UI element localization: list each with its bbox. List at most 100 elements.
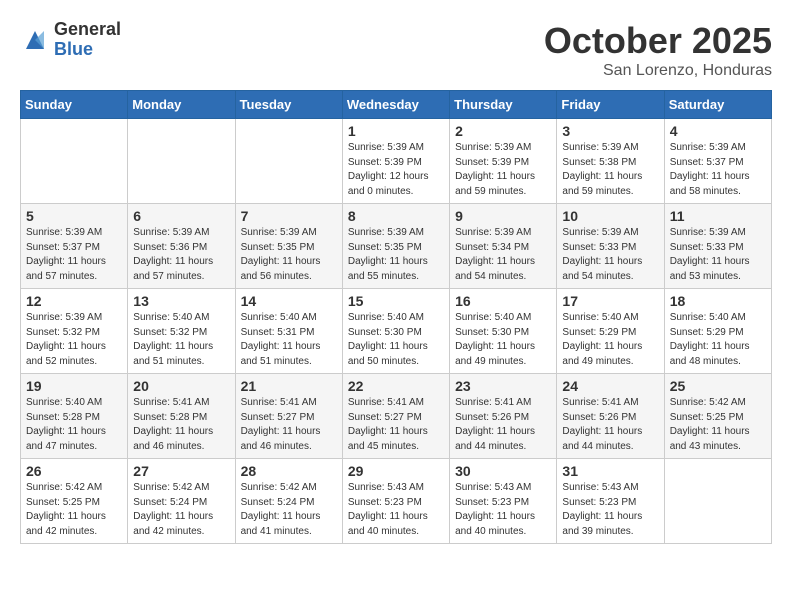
day-number: 13: [133, 293, 229, 309]
day-number: 2: [455, 123, 551, 139]
calendar-day-cell: 21 Sunrise: 5:41 AMSunset: 5:27 PMDayligh…: [235, 374, 342, 459]
day-number: 11: [670, 208, 766, 224]
calendar-day-cell: [21, 119, 128, 204]
day-number: 3: [562, 123, 658, 139]
calendar-day-cell: 4 Sunrise: 5:39 AMSunset: 5:37 PMDaylight…: [664, 119, 771, 204]
day-of-week-header: Saturday: [664, 91, 771, 119]
day-info: Sunrise: 5:41 AMSunset: 5:27 PMDaylight:…: [241, 396, 337, 454]
day-number: 28: [241, 463, 337, 479]
day-info: Sunrise: 5:40 AMSunset: 5:29 PMDaylight:…: [670, 311, 766, 369]
day-of-week-header: Friday: [557, 91, 664, 119]
day-info: Sunrise: 5:40 AMSunset: 5:29 PMDaylight:…: [562, 311, 658, 369]
calendar-day-cell: 24Sunrise: 5:41 AMSunset: 5:26 PMDayligh…: [557, 374, 664, 459]
day-of-week-header: Tuesday: [235, 91, 342, 119]
calendar-day-cell: 7 Sunrise: 5:39 AMSunset: 5:35 PMDaylight…: [235, 204, 342, 289]
calendar-day-cell: 3 Sunrise: 5:39 AMSunset: 5:38 PMDaylight…: [557, 119, 664, 204]
day-number: 27: [133, 463, 229, 479]
day-info: Sunrise: 5:40 AMSunset: 5:31 PMDaylight:…: [241, 311, 337, 369]
day-number: 4: [670, 123, 766, 139]
calendar-day-cell: 23 Sunrise: 5:41 AMSunset: 5:26 PMDayligh…: [450, 374, 557, 459]
calendar-day-cell: 6Sunrise: 5:39 AMSunset: 5:36 PMDaylight…: [128, 204, 235, 289]
day-info: Sunrise: 5:43 AMSunset: 5:23 PMDaylight:…: [348, 481, 444, 539]
day-info: Sunrise: 5:39 AMSunset: 5:37 PMDaylight:…: [26, 226, 122, 284]
day-number: 26: [26, 463, 122, 479]
calendar-day-cell: 5 Sunrise: 5:39 AMSunset: 5:37 PMDaylight…: [21, 204, 128, 289]
calendar-week-row: 19Sunrise: 5:40 AMSunset: 5:28 PMDayligh…: [21, 374, 772, 459]
calendar-week-row: 1 Sunrise: 5:39 AMSunset: 5:39 PMDaylight…: [21, 119, 772, 204]
day-number: 1: [348, 123, 444, 139]
day-info: Sunrise: 5:39 AMSunset: 5:35 PMDaylight:…: [348, 226, 444, 284]
calendar-day-cell: 25Sunrise: 5:42 AMSunset: 5:25 PMDayligh…: [664, 374, 771, 459]
logo-icon: [20, 25, 50, 55]
month-title: October 2025: [544, 20, 772, 62]
day-info: Sunrise: 5:41 AMSunset: 5:26 PMDaylight:…: [455, 396, 551, 454]
day-number: 7: [241, 208, 337, 224]
day-info: Sunrise: 5:40 AMSunset: 5:30 PMDaylight:…: [348, 311, 444, 369]
calendar-day-cell: 17Sunrise: 5:40 AMSunset: 5:29 PMDayligh…: [557, 289, 664, 374]
day-number: 9: [455, 208, 551, 224]
day-info: Sunrise: 5:39 AMSunset: 5:38 PMDaylight:…: [562, 141, 658, 199]
day-info: Sunrise: 5:42 AMSunset: 5:24 PMDaylight:…: [241, 481, 337, 539]
day-info: Sunrise: 5:39 AMSunset: 5:37 PMDaylight:…: [670, 141, 766, 199]
calendar-day-cell: [664, 459, 771, 544]
day-info: Sunrise: 5:42 AMSunset: 5:25 PMDaylight:…: [26, 481, 122, 539]
calendar-header: SundayMondayTuesdayWednesdayThursdayFrid…: [21, 91, 772, 119]
day-info: Sunrise: 5:39 AMSunset: 5:35 PMDaylight:…: [241, 226, 337, 284]
calendar-table: SundayMondayTuesdayWednesdayThursdayFrid…: [20, 90, 772, 544]
page-header: General Blue October 2025 San Lorenzo, H…: [20, 20, 772, 80]
calendar-week-row: 12 Sunrise: 5:39 AMSunset: 5:32 PMDayligh…: [21, 289, 772, 374]
day-info: Sunrise: 5:39 AMSunset: 5:34 PMDaylight:…: [455, 226, 551, 284]
logo-text: General Blue: [54, 20, 121, 60]
calendar-week-row: 5 Sunrise: 5:39 AMSunset: 5:37 PMDaylight…: [21, 204, 772, 289]
day-number: 5: [26, 208, 122, 224]
day-info: Sunrise: 5:40 AMSunset: 5:32 PMDaylight:…: [133, 311, 229, 369]
calendar-day-cell: 31Sunrise: 5:43 AMSunset: 5:23 PMDayligh…: [557, 459, 664, 544]
logo-blue: Blue: [54, 40, 121, 60]
day-number: 23: [455, 378, 551, 394]
calendar-day-cell: 20 Sunrise: 5:41 AMSunset: 5:28 PMDayligh…: [128, 374, 235, 459]
calendar-day-cell: [128, 119, 235, 204]
calendar-day-cell: 9 Sunrise: 5:39 AMSunset: 5:34 PMDaylight…: [450, 204, 557, 289]
calendar-day-cell: 30Sunrise: 5:43 AMSunset: 5:23 PMDayligh…: [450, 459, 557, 544]
calendar-day-cell: 29 Sunrise: 5:43 AMSunset: 5:23 PMDayligh…: [342, 459, 449, 544]
calendar-day-cell: 13 Sunrise: 5:40 AMSunset: 5:32 PMDayligh…: [128, 289, 235, 374]
calendar-day-cell: 10Sunrise: 5:39 AMSunset: 5:33 PMDayligh…: [557, 204, 664, 289]
calendar-day-cell: 8 Sunrise: 5:39 AMSunset: 5:35 PMDaylight…: [342, 204, 449, 289]
day-info: Sunrise: 5:41 AMSunset: 5:26 PMDaylight:…: [562, 396, 658, 454]
header-row: SundayMondayTuesdayWednesdayThursdayFrid…: [21, 91, 772, 119]
day-number: 15: [348, 293, 444, 309]
day-number: 12: [26, 293, 122, 309]
day-number: 10: [562, 208, 658, 224]
day-info: Sunrise: 5:39 AMSunset: 5:39 PMDaylight:…: [348, 141, 444, 199]
day-number: 21: [241, 378, 337, 394]
day-info: Sunrise: 5:39 AMSunset: 5:39 PMDaylight:…: [455, 141, 551, 199]
day-number: 30: [455, 463, 551, 479]
day-of-week-header: Wednesday: [342, 91, 449, 119]
day-number: 6: [133, 208, 229, 224]
day-number: 8: [348, 208, 444, 224]
location-title: San Lorenzo, Honduras: [544, 62, 772, 80]
day-number: 20: [133, 378, 229, 394]
calendar-day-cell: 2 Sunrise: 5:39 AMSunset: 5:39 PMDaylight…: [450, 119, 557, 204]
calendar-day-cell: 27Sunrise: 5:42 AMSunset: 5:24 PMDayligh…: [128, 459, 235, 544]
day-number: 29: [348, 463, 444, 479]
calendar-day-cell: 14Sunrise: 5:40 AMSunset: 5:31 PMDayligh…: [235, 289, 342, 374]
day-info: Sunrise: 5:39 AMSunset: 5:33 PMDaylight:…: [670, 226, 766, 284]
calendar-week-row: 26 Sunrise: 5:42 AMSunset: 5:25 PMDayligh…: [21, 459, 772, 544]
calendar-day-cell: 18Sunrise: 5:40 AMSunset: 5:29 PMDayligh…: [664, 289, 771, 374]
calendar-day-cell: 11 Sunrise: 5:39 AMSunset: 5:33 PMDayligh…: [664, 204, 771, 289]
day-number: 16: [455, 293, 551, 309]
logo: General Blue: [20, 20, 121, 60]
calendar-day-cell: 26 Sunrise: 5:42 AMSunset: 5:25 PMDayligh…: [21, 459, 128, 544]
day-info: Sunrise: 5:41 AMSunset: 5:28 PMDaylight:…: [133, 396, 229, 454]
day-info: Sunrise: 5:39 AMSunset: 5:32 PMDaylight:…: [26, 311, 122, 369]
calendar-day-cell: 28 Sunrise: 5:42 AMSunset: 5:24 PMDayligh…: [235, 459, 342, 544]
day-of-week-header: Thursday: [450, 91, 557, 119]
day-info: Sunrise: 5:40 AMSunset: 5:28 PMDaylight:…: [26, 396, 122, 454]
calendar-day-cell: [235, 119, 342, 204]
day-of-week-header: Monday: [128, 91, 235, 119]
calendar-day-cell: 15 Sunrise: 5:40 AMSunset: 5:30 PMDayligh…: [342, 289, 449, 374]
day-of-week-header: Sunday: [21, 91, 128, 119]
day-number: 22: [348, 378, 444, 394]
day-number: 25: [670, 378, 766, 394]
